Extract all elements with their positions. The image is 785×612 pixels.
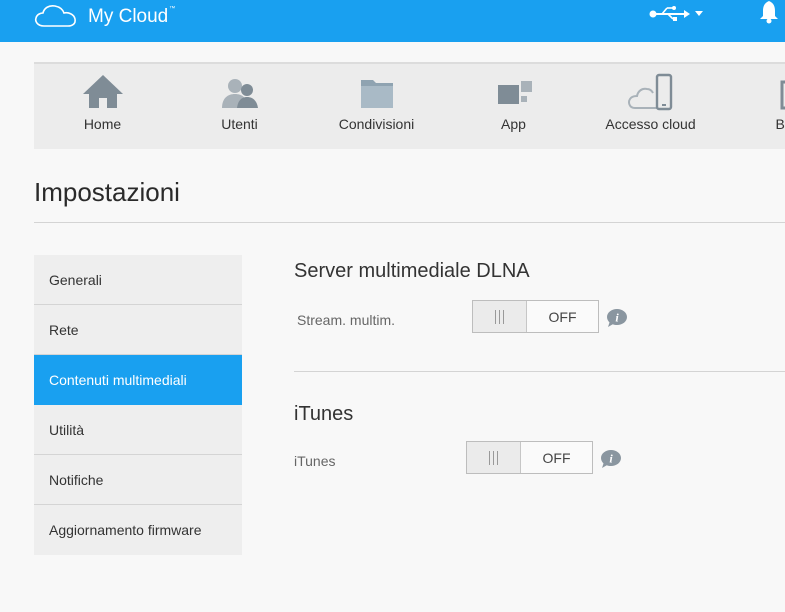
dlna-stream-label: Stream. multim. [297, 312, 396, 328]
dlna-stream-toggle[interactable]: OFF [472, 300, 599, 333]
itunes-setting-label: iTunes [294, 453, 336, 469]
sidebar-item-firmware-update[interactable]: Aggiornamento firmware [34, 505, 242, 555]
backup-icon [780, 79, 785, 110]
toggle-handle[interactable] [467, 442, 521, 473]
cloud-device-icon [627, 73, 672, 111]
settings-sidebar: Generali Rete Contenuti multimediali Uti… [34, 255, 242, 555]
nav-item-cloud-access[interactable]: Accesso cloud [582, 64, 719, 149]
nav-label: Condivisioni [338, 116, 415, 132]
nav-label: Utenti [221, 116, 258, 132]
nav-item-apps[interactable]: App [445, 64, 582, 149]
top-bar: My Cloud™ [0, 0, 785, 42]
folder-icon [360, 80, 393, 108]
dlna-info-icon[interactable]: i [606, 308, 628, 328]
page-title: Impostazioni [34, 177, 180, 207]
sidebar-item-notifications[interactable]: Notifiche [34, 455, 242, 505]
sidebar-item-media[interactable]: Contenuti multimediali [34, 355, 242, 405]
nav-item-backup[interactable]: Bac [719, 64, 785, 149]
brand-name: My Cloud™ [88, 6, 176, 27]
sidebar-item-network[interactable]: Rete [34, 305, 242, 355]
apps-icon [497, 81, 532, 104]
usb-dropdown-caret-icon[interactable] [695, 11, 703, 16]
sidebar-item-utilities[interactable]: Utilità [34, 405, 242, 455]
sidebar-item-general[interactable]: Generali [34, 255, 242, 305]
users-icon [221, 79, 258, 108]
section-divider [294, 371, 785, 372]
title-divider [34, 222, 785, 223]
nav-label: Home [83, 116, 122, 132]
nav-label: Bac [775, 116, 785, 132]
toggle-state: OFF [548, 308, 577, 325]
toggle-handle[interactable] [473, 301, 527, 332]
brand-logo[interactable]: My Cloud™ [34, 2, 175, 30]
nav-label: Accesso cloud [605, 116, 696, 132]
main-nav: Home Utenti Condivisioni App Accesso clo… [34, 62, 785, 149]
cloud-logo-icon [34, 5, 76, 27]
nav-item-users[interactable]: Utenti [171, 64, 308, 149]
usb-icon[interactable] [648, 3, 690, 21]
itunes-info-icon[interactable]: i [600, 449, 622, 469]
nav-item-shares[interactable]: Condivisioni [308, 64, 445, 149]
nav-item-home[interactable]: Home [34, 64, 171, 149]
dlna-section-title: Server multimediale DLNA [294, 260, 530, 282]
itunes-toggle[interactable]: OFF [466, 441, 593, 474]
nav-label: App [501, 116, 526, 132]
bell-icon[interactable] [758, 0, 780, 24]
home-icon [82, 75, 123, 108]
itunes-section-title: iTunes [294, 403, 354, 425]
toggle-state: OFF [542, 449, 571, 466]
